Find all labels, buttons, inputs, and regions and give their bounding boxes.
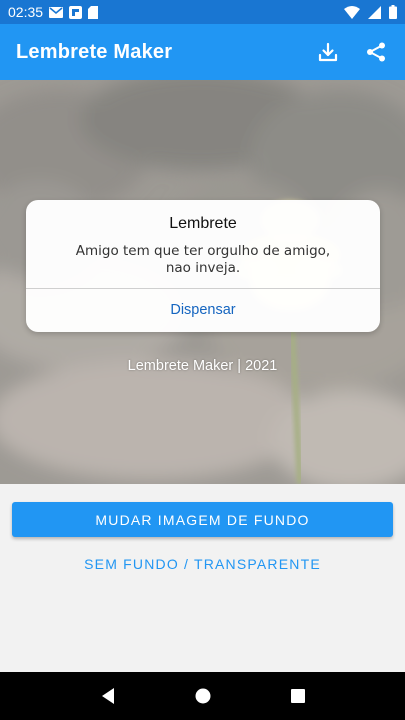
preview-footer: Lembrete Maker | 2021 <box>127 358 278 374</box>
dialog-title: Lembrete <box>169 215 237 232</box>
share-icon[interactable] <box>363 39 389 65</box>
dismiss-button[interactable]: Dispensar <box>26 289 380 332</box>
home-icon[interactable] <box>191 684 215 708</box>
gmail-icon <box>49 6 64 18</box>
preview-area: Lembrete Amigo tem que ter orgulho de am… <box>0 80 405 484</box>
change-background-button[interactable]: MUDAR IMAGEM DE FUNDO <box>12 502 393 537</box>
back-icon[interactable] <box>96 684 120 708</box>
status-right <box>344 5 397 19</box>
status-bar: 02:35 <box>0 0 405 24</box>
status-left: 02:35 <box>8 4 99 20</box>
dialog-message-line1: Amigo tem que ter orgulho de amigo, <box>75 243 331 259</box>
download-icon[interactable] <box>315 39 341 65</box>
flipboard-icon <box>69 5 83 19</box>
wifi-icon <box>344 5 360 19</box>
dialog-message: Amigo tem que ter orgulho de amigo, nao … <box>66 243 340 277</box>
no-background-button[interactable]: SEM FUNDO / TRANSPARENTE <box>0 556 405 572</box>
navigation-bar <box>0 672 405 720</box>
sd-card-icon <box>88 5 99 19</box>
battery-icon <box>389 5 397 19</box>
app-title: Lembrete Maker <box>16 40 173 63</box>
app-actions <box>315 39 389 65</box>
app-bar: Lembrete Maker <box>0 24 405 80</box>
reminder-dialog: Lembrete Amigo tem que ter orgulho de am… <box>26 200 380 332</box>
dialog-message-line2: nao inveja. <box>165 260 241 276</box>
status-time: 02:35 <box>8 4 44 20</box>
signal-icon <box>368 5 381 19</box>
recents-icon[interactable] <box>286 684 310 708</box>
